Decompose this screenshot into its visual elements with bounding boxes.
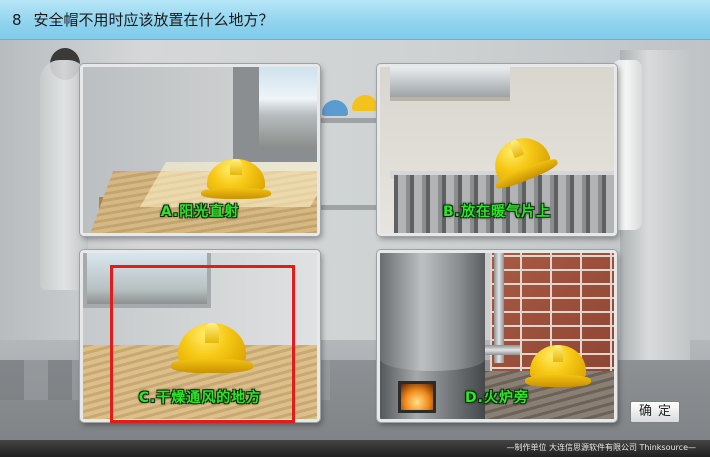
background-shelf (318, 205, 380, 210)
question-bar: 8 安全帽不用时应该放置在什么地方？ (0, 0, 710, 40)
option-a-helmet-icon (201, 159, 271, 199)
option-d-label: D.火炉旁 (465, 390, 529, 406)
option-a-window (233, 67, 317, 162)
option-b-panel[interactable]: B.放在暖气片上 (377, 64, 617, 236)
question-number: 8 (12, 10, 22, 29)
background-shelf (318, 118, 380, 123)
option-d-stove-body (380, 253, 485, 371)
option-d-helmet-icon (525, 345, 591, 387)
confirm-button[interactable]: 确定 (630, 401, 680, 423)
question-text: 安全帽不用时应该放置在什么地方？ (33, 11, 274, 29)
option-d-pipe-horizontal (480, 345, 520, 355)
option-b-window (390, 67, 510, 101)
option-a-label: A.阳光直射 (160, 204, 240, 220)
option-d-panel[interactable]: D.火炉旁 (377, 250, 617, 422)
footer-credits: —制作单位 大连信思源软件有限公司 Thinksource— (506, 443, 696, 452)
footer-bar: —制作单位 大连信思源软件有限公司 Thinksource— (0, 440, 710, 457)
selection-highlight (110, 265, 295, 423)
option-a-panel[interactable]: A.阳光直射 (80, 64, 320, 236)
option-b-label: B.放在暖气片上 (443, 204, 551, 220)
